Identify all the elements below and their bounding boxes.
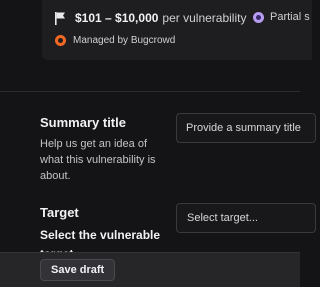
summary-title-help: Help us get an idea of what this vulnera… [40, 138, 156, 182]
target-select[interactable]: Select target... [176, 203, 316, 233]
summary-title-input[interactable] [176, 113, 316, 143]
reward-row: $101 – $10,000 per vulnerability [55, 11, 246, 25]
section-divider [0, 91, 300, 92]
partial-safe-harbor-icon [253, 11, 264, 23]
bottom-action-bar: Save draft [0, 252, 300, 287]
managed-by-label: Managed by Bugcrowd [73, 35, 176, 46]
program-summary-card: $101 – $10,000 per vulnerability Partial… [42, 0, 312, 60]
flag-icon [55, 11, 65, 25]
target-select-label: Select the vulnerable [40, 228, 161, 242]
reward-range: $101 – $10,000 [75, 11, 159, 25]
summary-title-heading: Summary title [40, 115, 126, 130]
bugcrowd-logo-icon [55, 35, 66, 46]
partial-safe-harbor-label: Partial s [270, 11, 310, 23]
target-heading: Target [40, 205, 79, 220]
partial-safe-harbor-badge: Partial s [253, 11, 310, 23]
reward-unit: per vulnerability [162, 11, 247, 25]
target-select-placeholder: Select target... [187, 212, 258, 224]
managed-by-row: Managed by Bugcrowd [55, 35, 175, 46]
save-draft-button[interactable]: Save draft [40, 259, 116, 281]
